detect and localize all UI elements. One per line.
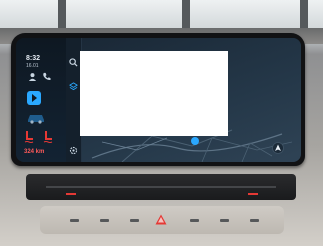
climate-control-bar[interactable] [26, 174, 296, 200]
temp-indicator-left [66, 193, 76, 195]
seat-heat-icon[interactable] [42, 130, 54, 144]
infotainment-screen: 8:32 16.01 324 km [16, 38, 301, 162]
console-button[interactable] [250, 219, 259, 222]
layers-icon[interactable] [69, 82, 78, 91]
overlay-popup[interactable] [80, 51, 228, 136]
climate-slider-track[interactable] [46, 186, 276, 188]
media-icon[interactable] [26, 90, 42, 106]
console-button[interactable] [190, 219, 199, 222]
console-button[interactable] [130, 219, 139, 222]
car-icon[interactable] [26, 112, 46, 124]
clock: 8:32 [26, 55, 41, 62]
navigation-arrow-icon[interactable] [272, 142, 284, 154]
phone-icon[interactable] [42, 72, 51, 81]
range-readout: 324 km [24, 149, 45, 155]
position-marker-icon [191, 137, 199, 145]
status-sidebar: 8:32 16.01 324 km [16, 38, 66, 162]
seat-heat-icon[interactable] [23, 130, 35, 144]
date: 16.01 [26, 63, 39, 69]
search-icon[interactable] [69, 58, 78, 67]
settings-icon[interactable] [69, 146, 78, 155]
hazard-icon[interactable] [155, 214, 167, 225]
profile-icon[interactable] [28, 72, 37, 81]
temp-indicator-right [248, 193, 258, 195]
console-button[interactable] [70, 219, 79, 222]
console-button[interactable] [220, 219, 229, 222]
console-button[interactable] [100, 219, 109, 222]
